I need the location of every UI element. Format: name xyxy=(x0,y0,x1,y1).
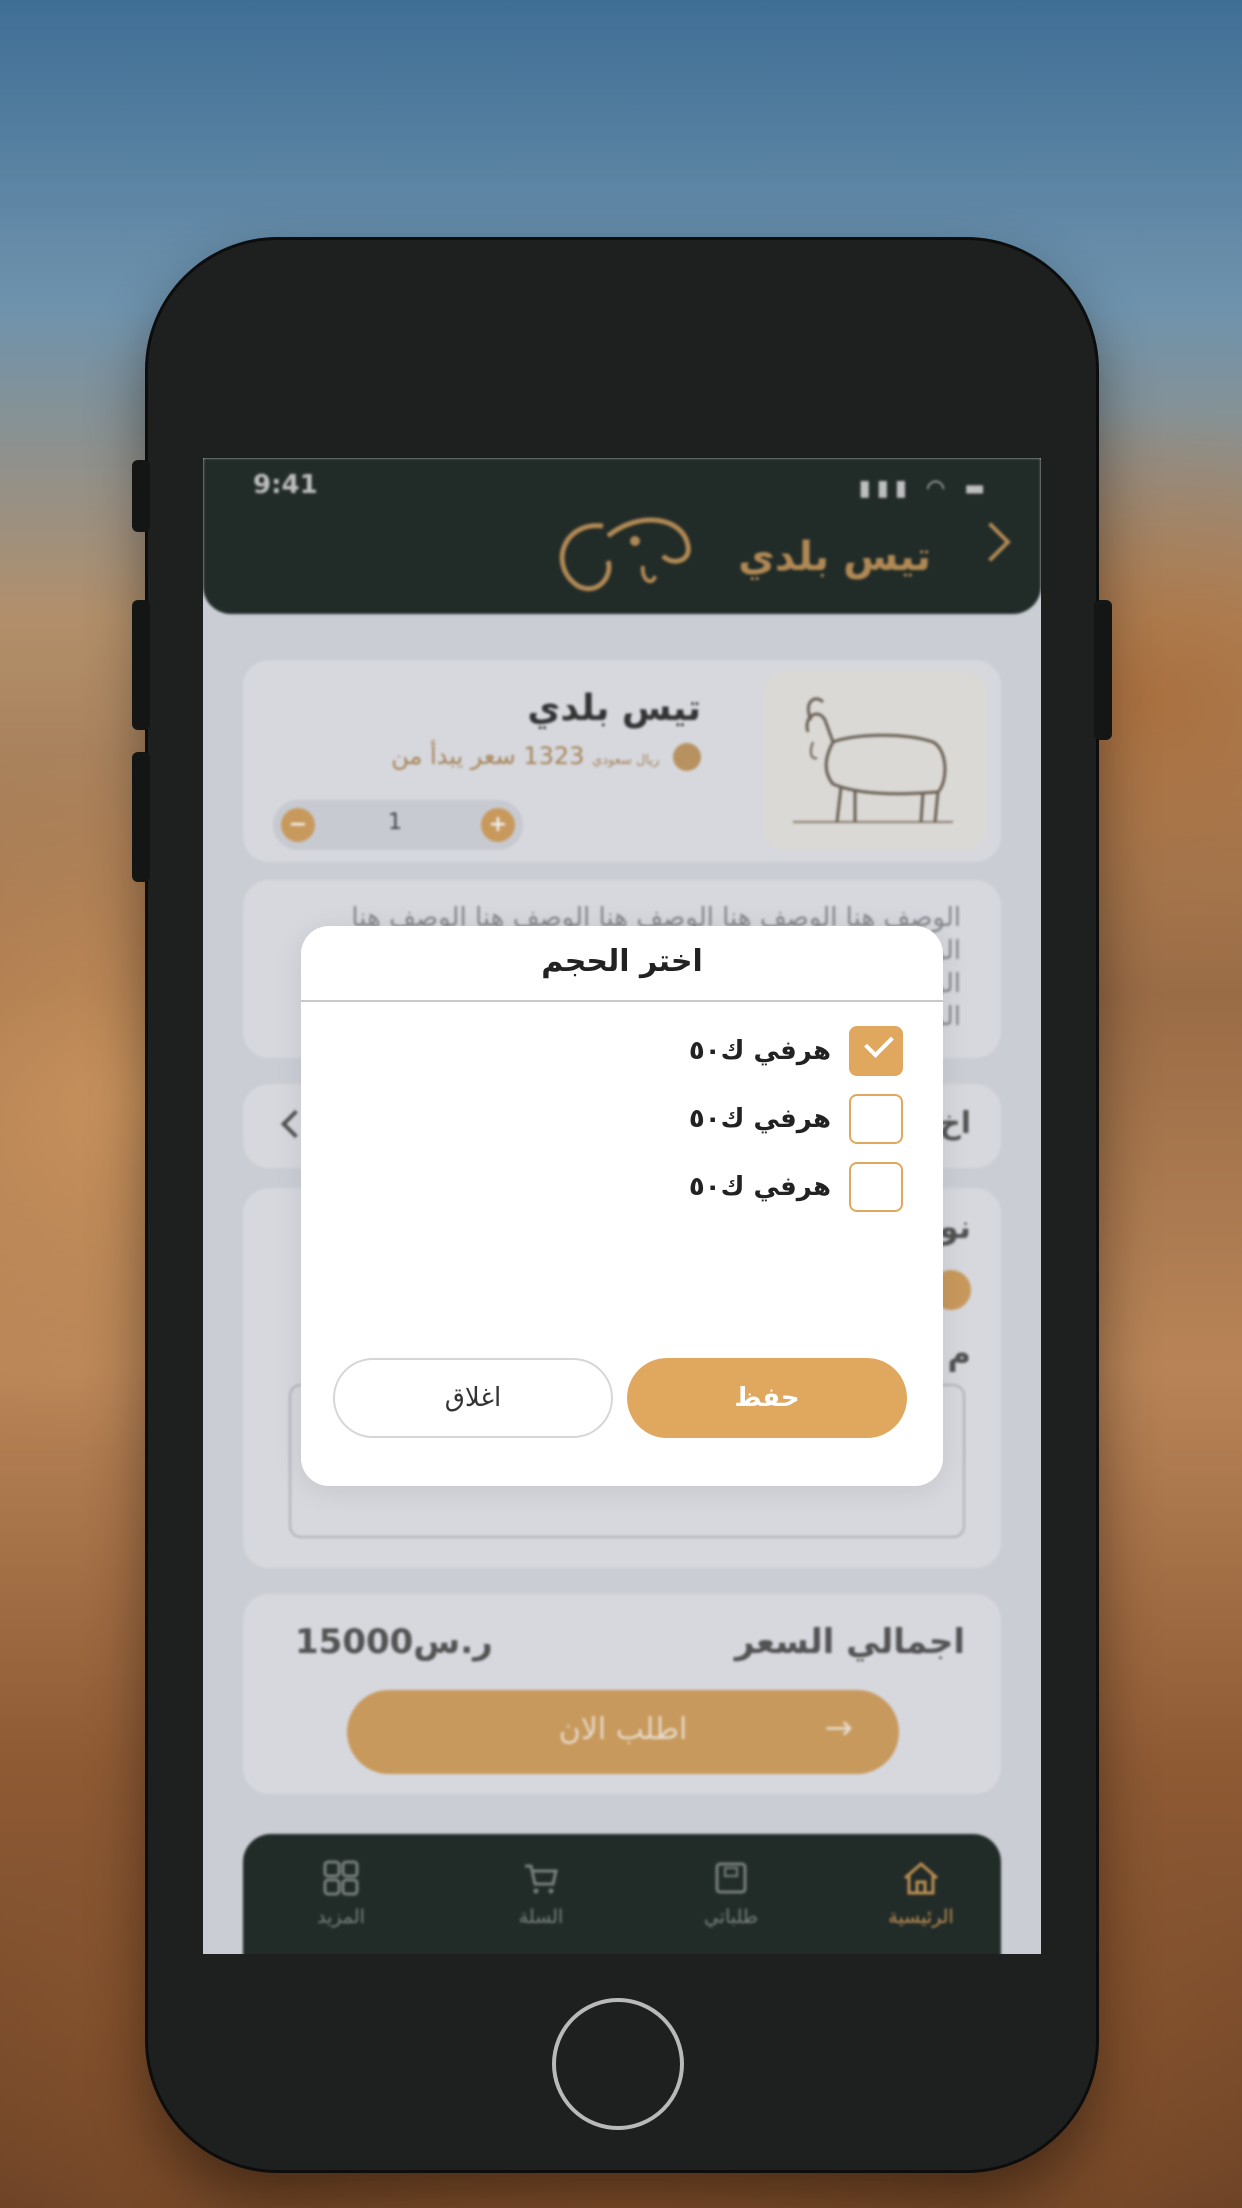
mute-switch xyxy=(132,460,150,532)
dialog-title: اختر الحجم xyxy=(541,944,703,979)
size-option-label: هرفي ك٥٠ xyxy=(688,1036,831,1066)
home-button xyxy=(552,1998,684,2130)
checkbox-unchecked[interactable] xyxy=(849,1162,903,1212)
size-option-label: هرفي ك٥٠ xyxy=(688,1172,831,1202)
checkbox-checked[interactable] xyxy=(849,1026,903,1076)
save-button[interactable]: حفظ xyxy=(627,1358,907,1438)
size-option-label: هرفي ك٥٠ xyxy=(688,1104,831,1134)
dialog-divider xyxy=(301,1000,943,1002)
close-button[interactable]: اغلاق xyxy=(333,1358,613,1438)
power-button xyxy=(1094,600,1112,740)
size-picker-dialog: اختر الحجم هرفي ك٥٠ هرفي ك٥٠ هرفي ك٥٠ حف… xyxy=(301,926,943,1486)
app-screen: 9:41 ▮▮▮ ◠ ▬ تيس بلدي تيس بلدي ريال سعود… xyxy=(203,458,1041,1954)
checkbox-unchecked[interactable] xyxy=(849,1094,903,1144)
volume-up-button xyxy=(132,600,150,730)
volume-down-button xyxy=(132,752,150,882)
